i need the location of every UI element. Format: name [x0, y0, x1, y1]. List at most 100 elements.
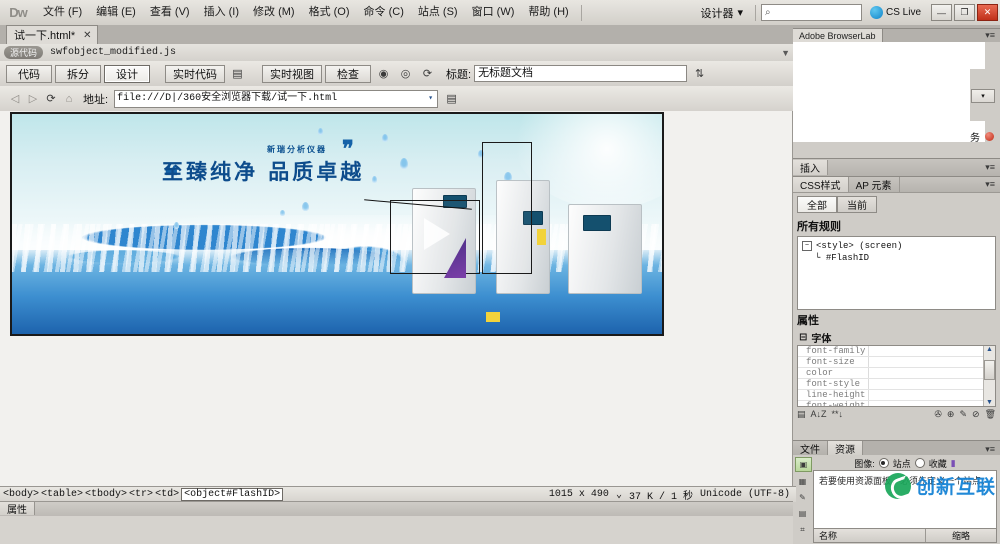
radio-site-icon[interactable] [878, 458, 889, 468]
view-design-button[interactable]: 设计 [104, 64, 150, 83]
close-button[interactable]: ✕ [977, 4, 998, 21]
list-view-icon[interactable]: A↓Z [811, 409, 827, 419]
tab-insert[interactable]: 插入 [793, 160, 828, 175]
live-view-button[interactable]: 实时视图 [262, 64, 322, 83]
design-canvas[interactable]: ❞ 新瑞分析仪器 ❝ 至臻纯净 品质卓越 [0, 111, 793, 486]
property-value[interactable] [869, 379, 995, 389]
window-size-value[interactable]: 1015 x 490 [549, 489, 609, 500]
tab-assets[interactable]: 资源 [828, 441, 863, 456]
source-code-button[interactable]: 源代码 [4, 46, 44, 59]
page-title-input[interactable]: 无标题文档 [474, 65, 688, 82]
new-rule-icon[interactable]: ⊕ [947, 409, 955, 420]
css-properties-grid[interactable]: font-family font-size color font-style l… [797, 345, 996, 407]
view-code-button[interactable]: 代码 [6, 64, 52, 83]
tree-collapse-icon[interactable]: − [802, 241, 812, 251]
images-asset-icon[interactable]: ▣ [795, 457, 812, 472]
property-row[interactable]: font-style [798, 379, 995, 390]
css-rule-root[interactable]: − <style> (screen) [802, 240, 991, 252]
tab-ap-elements[interactable]: AP 元素 [849, 177, 900, 192]
refresh-assets-icon[interactable]: ▮ [951, 458, 956, 469]
tab-properties[interactable]: 属性 [0, 502, 35, 516]
property-row[interactable]: color [798, 368, 995, 379]
tag-table[interactable]: <table> [41, 489, 83, 500]
menu-item-commands[interactable]: 命令 (C) [357, 0, 411, 25]
banner-image[interactable]: ❞ 新瑞分析仪器 ❝ 至臻纯净 品质卓越 [10, 112, 664, 336]
cs-live-button[interactable]: CS Live [869, 6, 921, 19]
disable-property-icon[interactable]: ⊘ [972, 409, 980, 420]
panel-menu-icon[interactable]: ▾≡ [985, 179, 1000, 190]
css-scope-all[interactable]: 全部 [797, 196, 837, 213]
inspect-mode-icon[interactable]: ▤ [228, 65, 247, 82]
colors-asset-icon[interactable]: ▦ [795, 475, 810, 488]
panel-menu-icon[interactable]: ▾≡ [985, 444, 1000, 455]
visual-aids-icon[interactable]: ◎ [396, 65, 415, 82]
edit-rule-icon[interactable]: ✎ [959, 409, 967, 420]
tag-object-selected[interactable]: <object#FlashID> [181, 488, 284, 501]
scrollbar-thumb[interactable] [984, 360, 995, 380]
file-management-icon[interactable]: ⇅ [690, 65, 709, 82]
tag-tbody[interactable]: <tbody> [85, 489, 127, 500]
panel-menu-icon[interactable]: ▾≡ [985, 162, 1000, 173]
css-rule-child[interactable]: └ #FlashID [802, 252, 991, 264]
menu-item-help[interactable]: 帮助 (H) [521, 0, 575, 25]
property-value[interactable] [869, 401, 995, 406]
scripts-asset-icon[interactable]: ⌗ [795, 523, 810, 536]
browser-list-icon[interactable]: ▤ [442, 90, 461, 107]
menu-item-modify[interactable]: 修改 (M) [246, 0, 302, 25]
browserlab-dropdown[interactable]: ▾ [971, 89, 995, 103]
inspect-button[interactable]: 检查 [325, 64, 371, 83]
live-code-button[interactable]: 实时代码 [165, 64, 225, 83]
menu-item-view[interactable]: 查看 (V) [143, 0, 197, 25]
related-file-item[interactable]: swfobject_modified.js [50, 47, 176, 58]
attach-stylesheet-icon[interactable]: ✇ [934, 409, 942, 420]
menu-item-format[interactable]: 格式 (O) [302, 0, 357, 25]
search-input[interactable]: ⌕ [760, 4, 862, 21]
tag-td[interactable]: <td> [155, 489, 179, 500]
css-scope-current[interactable]: 当前 [837, 196, 877, 213]
set-properties-icon[interactable]: **↓ [832, 409, 844, 419]
menu-item-window[interactable]: 窗口 (W) [465, 0, 522, 25]
back-icon[interactable]: ◁ [8, 92, 22, 106]
radio-favorites-label[interactable]: 收藏 [929, 457, 947, 470]
address-input[interactable]: file:///D|/360安全浏览器下载/试一下.html ▾ [114, 89, 439, 108]
delete-rule-icon[interactable]: 🗑 [985, 409, 996, 420]
reload-icon[interactable]: ⟳ [44, 92, 58, 106]
refresh-design-icon[interactable]: ⟳ [418, 65, 437, 82]
chevron-down-icon[interactable]: ▾ [428, 91, 435, 107]
close-icon[interactable]: ✕ [83, 30, 91, 41]
tab-css-styles[interactable]: CSS样式 [793, 177, 849, 192]
workspace-switcher[interactable]: 设计器 ▾ [693, 3, 750, 23]
tab-files[interactable]: 文件 [793, 441, 828, 456]
minimize-button[interactable]: — [931, 4, 952, 21]
radio-site-label[interactable]: 站点 [893, 457, 911, 470]
property-row[interactable]: font-weight [798, 401, 995, 406]
restore-button[interactable]: ❐ [954, 4, 975, 21]
properties-scrollbar[interactable]: ▲ ▼ [983, 346, 995, 406]
property-value[interactable] [869, 357, 995, 367]
view-split-button[interactable]: 拆分 [55, 64, 101, 83]
scroll-up-icon[interactable]: ▲ [986, 346, 993, 353]
property-row[interactable]: line-height [798, 390, 995, 401]
document-tab[interactable]: 试一下.html* ✕ [6, 25, 98, 44]
scroll-down-icon[interactable]: ▼ [986, 399, 993, 406]
radio-favorites-icon[interactable] [914, 458, 925, 468]
forward-icon[interactable]: ▷ [26, 92, 40, 106]
column-header-name[interactable]: 名称 [814, 529, 925, 542]
property-row[interactable]: font-size [798, 357, 995, 368]
category-view-icon[interactable]: ▤ [797, 409, 806, 420]
insert-panel-header[interactable]: 插入 ▾≡ [793, 159, 1000, 177]
property-row[interactable]: font-family [798, 346, 995, 357]
tag-tr[interactable]: <tr> [129, 489, 153, 500]
menu-item-site[interactable]: 站点 (S) [411, 0, 465, 25]
home-icon[interactable]: ⌂ [62, 92, 76, 106]
css-rules-list[interactable]: − <style> (screen) └ #FlashID [797, 236, 996, 310]
movies-asset-icon[interactable]: ▤ [795, 507, 810, 520]
menu-item-file[interactable]: 文件 (F) [36, 0, 89, 25]
property-value[interactable] [869, 346, 995, 356]
menu-item-edit[interactable]: 编辑 (E) [89, 0, 143, 25]
flash-object-selection-tall[interactable] [482, 142, 532, 274]
property-group-font[interactable]: ⊟ 字体 [793, 330, 1000, 345]
tab-adobe-browserlab[interactable]: Adobe BrowserLab [793, 29, 883, 42]
group-collapse-icon[interactable]: ⊟ [799, 332, 807, 343]
window-size-caret-icon[interactable]: ⌄ [616, 489, 622, 501]
